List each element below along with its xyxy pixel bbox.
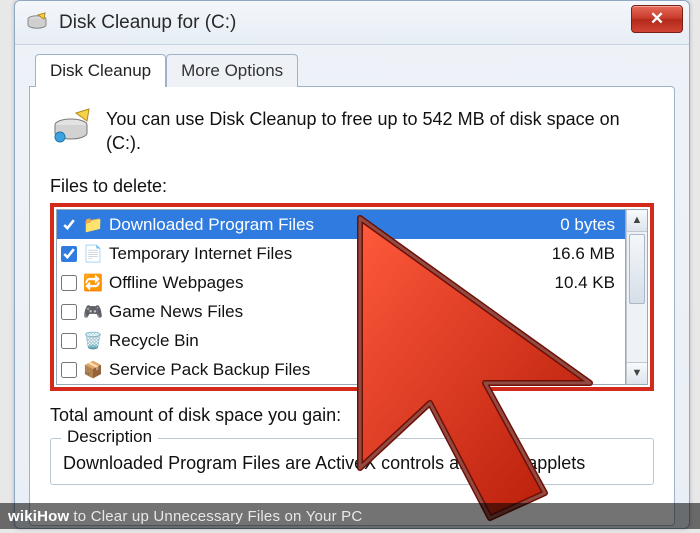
file-type-icon: 📦: [83, 360, 103, 380]
file-type-icon: 📄: [83, 244, 103, 264]
file-checkbox[interactable]: [61, 217, 77, 233]
description-legend: Description: [61, 427, 158, 447]
file-checkbox[interactable]: [61, 246, 77, 262]
window-title: Disk Cleanup for (C:): [59, 12, 236, 34]
file-size: 10.4 KB: [529, 273, 619, 293]
scrollbar[interactable]: ▲ ▼: [626, 209, 648, 385]
intro-text: You can use Disk Cleanup to free up to 5…: [106, 107, 654, 156]
list-item[interactable]: 🎮 Game News Files: [57, 297, 625, 326]
disk-cleanup-window: Disk Cleanup for (C:) ✕ Disk Cleanup Mor…: [14, 0, 690, 529]
file-name: Game News Files: [109, 302, 523, 322]
file-type-icon: 🎮: [83, 302, 103, 322]
close-button[interactable]: ✕: [631, 5, 683, 33]
list-item[interactable]: 🔁 Offline Webpages 10.4 KB: [57, 268, 625, 297]
file-size: 0 bytes: [529, 215, 619, 235]
scroll-down-button[interactable]: ▼: [627, 362, 647, 384]
file-name: Offline Webpages: [109, 273, 523, 293]
file-name: Temporary Internet Files: [109, 244, 523, 264]
file-size: 16.6 MB: [529, 244, 619, 264]
disk-cleanup-large-icon: [50, 107, 92, 149]
file-type-icon: 📁: [83, 215, 103, 235]
files-listbox[interactable]: 📁 Downloaded Program Files 0 bytes 📄 Tempora…: [56, 209, 626, 385]
description-text: Downloaded Program Files are ActiveX con…: [63, 453, 641, 474]
disk-cleanup-icon: [25, 11, 49, 35]
total-gain-label: Total amount of disk space you gain:: [50, 405, 654, 426]
tab-panel: You can use Disk Cleanup to free up to 5…: [29, 86, 675, 526]
description-group: Description Downloaded Program Files are…: [50, 438, 654, 485]
list-item[interactable]: 🗑️ Recycle Bin: [57, 326, 625, 355]
tab-more-options[interactable]: More Options: [166, 54, 298, 87]
tab-disk-cleanup[interactable]: Disk Cleanup: [35, 54, 166, 87]
watermark-bar: wikiHow to Clear up Unnecessary Files on…: [0, 503, 700, 529]
files-list-highlight: 📁 Downloaded Program Files 0 bytes 📄 Tempora…: [50, 203, 654, 391]
titlebar: Disk Cleanup for (C:) ✕: [15, 1, 689, 45]
list-item[interactable]: 📄 Temporary Internet Files 16.6 MB: [57, 239, 625, 268]
file-checkbox[interactable]: [61, 333, 77, 349]
file-name: Recycle Bin: [109, 331, 523, 351]
files-to-delete-label: Files to delete:: [50, 176, 654, 197]
intro-row: You can use Disk Cleanup to free up to 5…: [50, 107, 654, 156]
scroll-thumb[interactable]: [629, 234, 645, 304]
list-item[interactable]: 📁 Downloaded Program Files 0 bytes: [57, 210, 625, 239]
file-checkbox[interactable]: [61, 275, 77, 291]
watermark-brand: wikiHow: [8, 508, 69, 525]
file-type-icon: 🗑️: [83, 331, 103, 351]
file-name: Downloaded Program Files: [109, 215, 523, 235]
tab-strip: Disk Cleanup More Options: [35, 53, 675, 86]
file-checkbox[interactable]: [61, 304, 77, 320]
scroll-up-button[interactable]: ▲: [627, 210, 647, 232]
file-name: Service Pack Backup Files: [109, 360, 523, 380]
client-area: Disk Cleanup More Options You can use Di…: [15, 45, 689, 526]
close-icon: ✕: [650, 9, 664, 29]
list-item[interactable]: 📦 Service Pack Backup Files: [57, 355, 625, 384]
file-checkbox[interactable]: [61, 362, 77, 378]
file-type-icon: 🔁: [83, 273, 103, 293]
watermark-text: to Clear up Unnecessary Files on Your PC: [73, 508, 362, 525]
